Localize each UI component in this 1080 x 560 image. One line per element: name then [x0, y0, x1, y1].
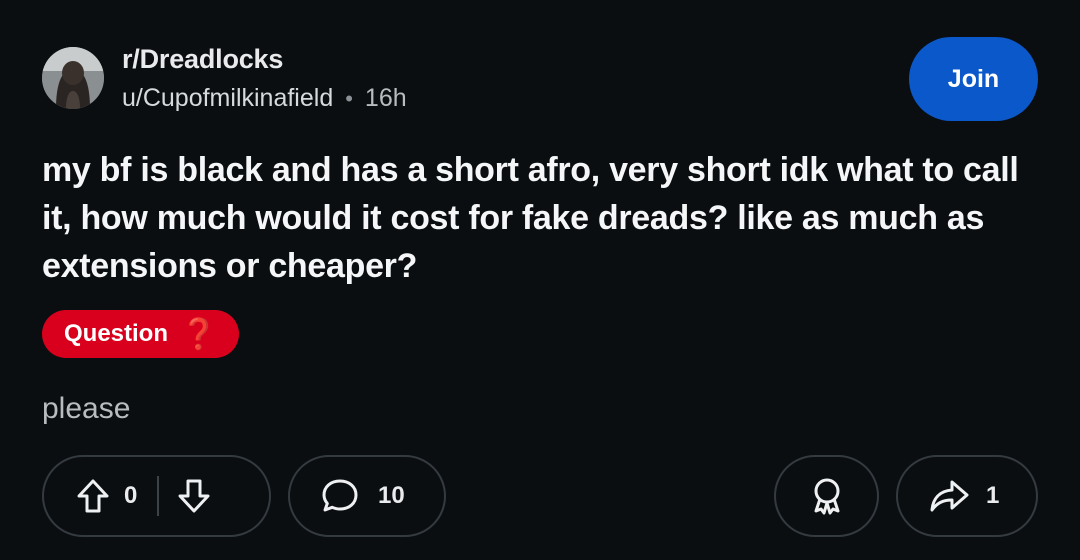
comment-icon-wrap — [320, 477, 360, 515]
post-body: please — [42, 392, 131, 425]
author-avatar[interactable] — [42, 47, 104, 109]
post-flair[interactable]: Question ❓ — [42, 310, 240, 358]
meta-separator: • — [345, 85, 353, 111]
vote-divider — [157, 476, 160, 516]
question-mark-icon: ❓ — [180, 317, 218, 351]
award-button[interactable] — [774, 455, 879, 537]
comment-count: 10 — [378, 482, 405, 509]
share-icon-wrap — [928, 478, 970, 514]
downvote-button[interactable] — [177, 478, 211, 514]
upvote-button[interactable] — [76, 478, 110, 514]
arrow-up-icon — [77, 479, 109, 513]
subreddit-name[interactable]: r/Dreadlocks — [122, 44, 283, 75]
arrow-down-icon — [178, 479, 210, 513]
flair-label: Question — [64, 320, 169, 347]
post-meta: u/Cupofmilkinafield • 16h — [122, 84, 407, 113]
vote-bar: 0 — [42, 455, 271, 537]
join-button[interactable]: Join — [909, 37, 1038, 121]
share-count: 1 — [986, 482, 1000, 509]
share-button[interactable]: 1 — [896, 455, 1038, 537]
post-timestamp: 16h — [364, 84, 407, 112]
author-username[interactable]: u/Cupofmilkinafield — [122, 84, 333, 113]
comments-button[interactable]: 10 — [288, 455, 446, 537]
avatar-photo — [42, 47, 104, 109]
award-ribbon-icon — [814, 478, 839, 515]
share-arrow-icon — [930, 480, 969, 512]
vote-count: 0 — [124, 482, 138, 509]
speech-bubble-icon — [322, 479, 358, 512]
post-title[interactable]: my bf is black and has a short afro, ver… — [42, 146, 1032, 290]
